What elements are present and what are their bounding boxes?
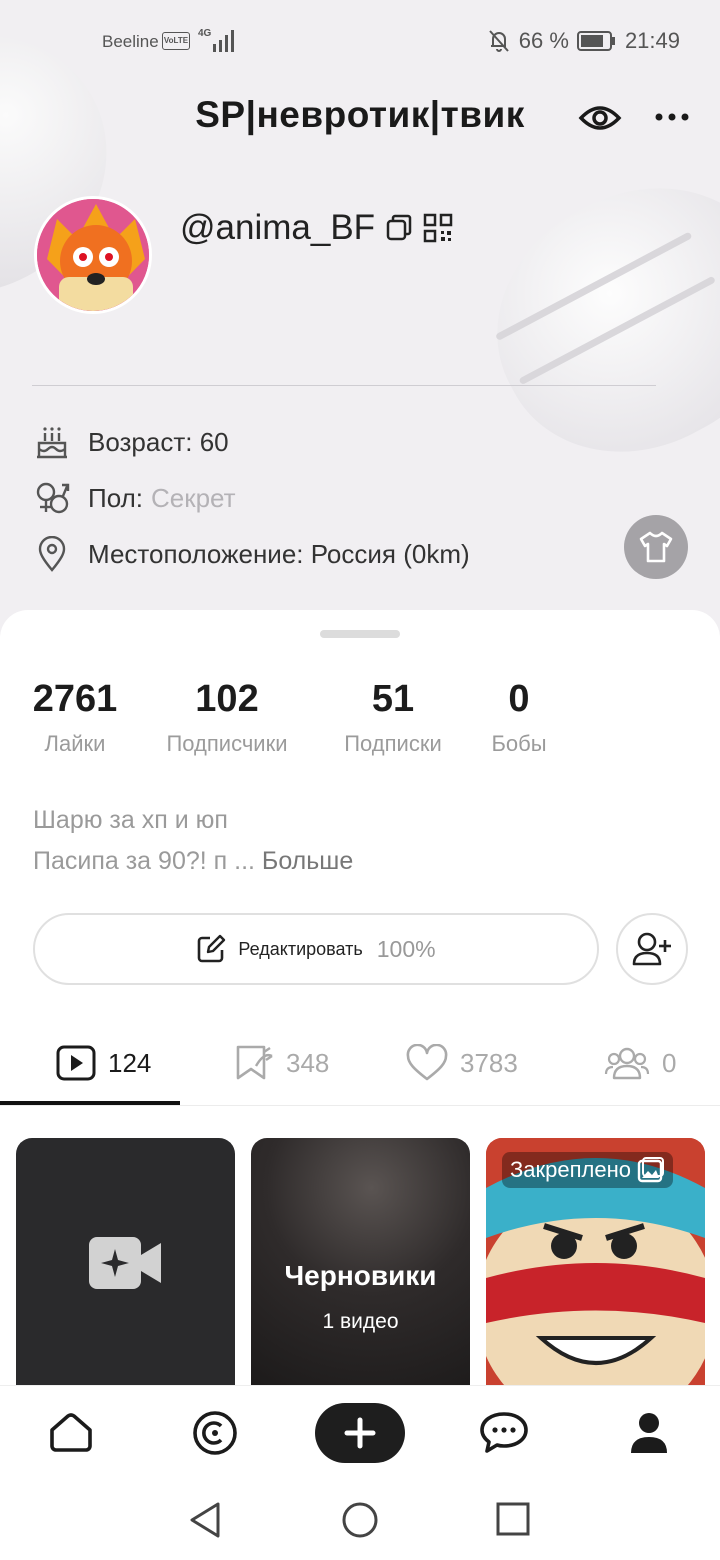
clock: 21:49	[624, 28, 680, 53]
pinned-label: Закреплено	[510, 1157, 631, 1182]
gender-row: Пол: Секрет	[34, 478, 236, 518]
bio-line: Шарю за хп и юп	[33, 806, 228, 834]
nav-profile[interactable]	[624, 1408, 674, 1458]
username: @anima_BF	[180, 208, 376, 247]
tab-liked[interactable]: 3783	[406, 1020, 518, 1106]
nav-messages[interactable]	[479, 1408, 529, 1458]
volte-badge: VoLTE	[162, 32, 190, 50]
qr-code-icon[interactable]	[423, 213, 453, 243]
image-icon	[637, 1157, 664, 1183]
drafts-count: 1 видео	[322, 1310, 399, 1333]
stat-label: Подписчики	[166, 731, 288, 756]
gender-label: Пол:	[88, 482, 143, 513]
stat-label: Подписки	[344, 731, 442, 756]
chat-icon	[480, 1412, 528, 1453]
stat-beans[interactable]: 0 Бобы	[486, 678, 552, 757]
top-bar: SP|невротик|твик	[0, 90, 720, 146]
drafts-card[interactable]: Черновики 1 видео	[251, 1138, 470, 1388]
video-grid: Черновики 1 видео Закреплено	[16, 1138, 705, 1388]
group-icon	[604, 1047, 650, 1080]
tshirt-icon	[639, 531, 673, 563]
heart-icon	[406, 1044, 448, 1081]
stat-following[interactable]: 51 Подписки	[335, 678, 451, 757]
stat-number: 2761	[32, 678, 118, 720]
age-text: Возраст: 60	[88, 426, 229, 457]
stat-label: Лайки	[44, 731, 106, 756]
battery-percent: 66 %	[518, 28, 569, 53]
add-user-icon	[632, 932, 671, 966]
back-icon[interactable]	[186, 1500, 226, 1540]
stat-number: 51	[371, 678, 415, 720]
stat-label: Бобы	[491, 731, 547, 756]
home-circle-icon[interactable]	[340, 1500, 380, 1540]
stat-followers[interactable]: 102 Подписчики	[156, 678, 298, 757]
battery-icon	[576, 31, 615, 51]
location-text: Местоположение: Россия (0km)	[88, 538, 470, 569]
drag-handle[interactable]	[320, 630, 400, 638]
signal-icon	[213, 30, 234, 52]
tab-videos[interactable]: 124	[56, 1020, 151, 1106]
tab-count: 124	[108, 1047, 152, 1078]
drafts-title: Черновики	[284, 1260, 437, 1291]
birthday-cake-icon	[34, 424, 70, 460]
nav-create-button[interactable]	[315, 1403, 405, 1463]
create-video-card[interactable]	[16, 1138, 235, 1388]
mute-bell-icon	[489, 30, 509, 52]
active-tab-indicator	[0, 1101, 180, 1105]
recents-icon[interactable]	[494, 1500, 534, 1540]
tab-count: 3783	[460, 1047, 518, 1078]
stat-number: 0	[508, 678, 530, 720]
copy-icon[interactable]	[385, 214, 413, 242]
nav-home[interactable]	[46, 1408, 96, 1458]
bio-line-text: Пасипа за 90?! п ...	[33, 847, 262, 875]
tab-count: 348	[286, 1047, 330, 1078]
status-bar: Beeline VoLTE 4G 66 % 21:49	[0, 0, 720, 84]
carrier-name: Beeline	[102, 32, 159, 51]
plus-icon	[344, 1417, 376, 1449]
add-friend-button[interactable]	[616, 913, 688, 985]
divider	[32, 385, 656, 386]
tab-count: 0	[662, 1047, 677, 1078]
pinned-badge: Закреплено	[502, 1152, 673, 1188]
bottom-navigation	[0, 1385, 720, 1480]
pill-groove	[518, 275, 716, 386]
edit-profile-button[interactable]: Редактировать 100%	[33, 913, 599, 985]
location-pin-icon	[34, 536, 70, 572]
profile-icon	[631, 1413, 667, 1453]
bio-more-link[interactable]: Больше	[262, 847, 353, 875]
content-tabs: 124 348 3783 0	[0, 1020, 720, 1106]
decorative-pill-right	[453, 141, 720, 499]
edit-icon	[198, 934, 226, 963]
pill-groove	[494, 231, 693, 341]
tab-reposts[interactable]: 348	[234, 1020, 329, 1106]
discover-icon	[193, 1411, 237, 1455]
tab-groups[interactable]: 0	[604, 1020, 676, 1106]
bio[interactable]: Шарю за хп и юп Пасипа за 90?! п ... Бол…	[33, 800, 353, 882]
system-navigation	[0, 1480, 720, 1560]
outfit-button[interactable]	[624, 515, 688, 579]
network-type: 4G	[198, 28, 212, 39]
edit-label: Редактировать	[238, 938, 363, 959]
bookmark-icon	[236, 1045, 273, 1080]
home-icon	[50, 1413, 92, 1452]
profile-completion: 100%	[376, 935, 436, 962]
avatar-image	[37, 199, 149, 311]
bio-line-2: Пасипа за 90?! п ... Больше	[33, 841, 353, 882]
age-row: Возраст: 60	[34, 422, 229, 462]
play-icon	[56, 1045, 96, 1081]
avatar[interactable]	[34, 196, 152, 314]
stat-number: 102	[195, 678, 259, 720]
video-camera-icon	[88, 1237, 161, 1289]
location-row: Местоположение: Россия (0km)	[34, 534, 470, 574]
more-options-icon[interactable]	[654, 102, 690, 132]
gender-icon	[34, 480, 70, 516]
username-row: @anima_BF	[180, 208, 453, 248]
eye-icon[interactable]	[578, 98, 622, 138]
gender-value: Секрет	[150, 482, 236, 513]
nav-discover[interactable]	[190, 1408, 240, 1458]
stat-likes[interactable]: 2761 Лайки	[30, 678, 120, 757]
pinned-video-card[interactable]: Закреплено	[486, 1138, 705, 1388]
